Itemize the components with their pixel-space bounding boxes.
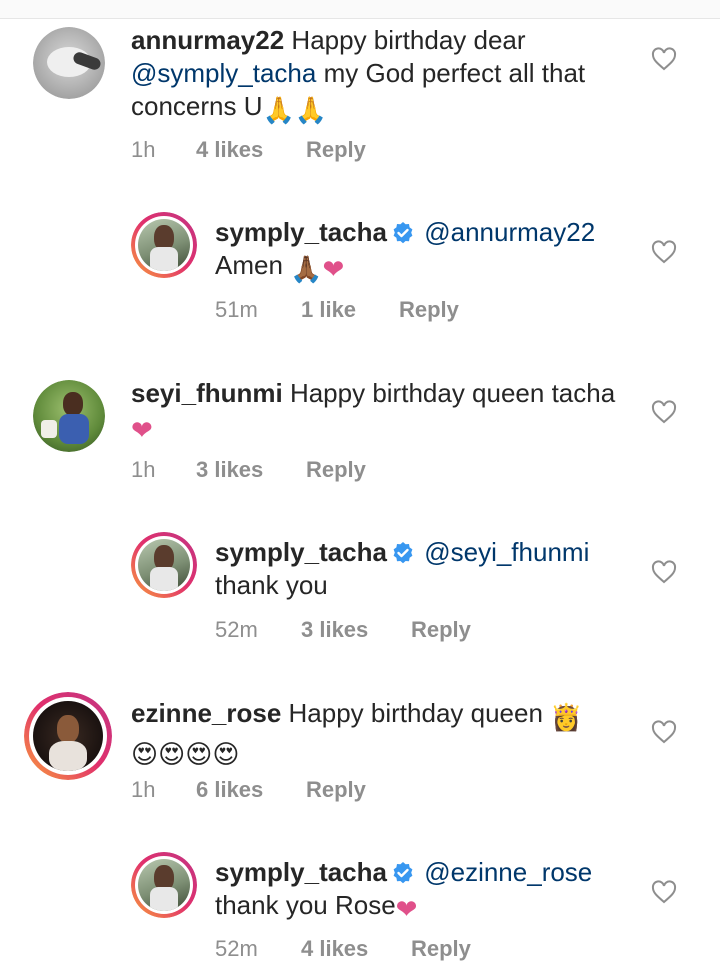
- comment-text: Happy birthday queen tacha: [282, 378, 616, 408]
- avatar-story-ring[interactable]: [24, 692, 112, 780]
- likes-count[interactable]: 6 likes: [196, 777, 263, 803]
- comment-meta: 52m 3 likes Reply: [215, 617, 515, 643]
- comment-username[interactable]: seyi_fhunmi: [131, 378, 283, 408]
- comment-username[interactable]: symply_tacha: [215, 217, 387, 247]
- mention-link[interactable]: @ezinne_rose: [424, 857, 592, 887]
- comment-body: symply_tacha @ezinne_rose thank you Rose…: [215, 856, 635, 926]
- comment-body: symply_tacha @seyi_fhunmi thank you: [215, 536, 635, 602]
- mention-link[interactable]: @annurmay22: [424, 217, 595, 247]
- comment-text: Amen: [215, 250, 283, 280]
- comment-time: 1h: [131, 777, 156, 802]
- heart-outline-icon[interactable]: [651, 47, 677, 71]
- comment-text: thank you Rose: [215, 890, 396, 920]
- comment-username[interactable]: annurmay22: [131, 25, 284, 55]
- heart-outline-icon[interactable]: [651, 880, 677, 904]
- verified-badge-icon: [393, 862, 413, 884]
- reply-button[interactable]: Reply: [411, 617, 471, 643]
- mention-link[interactable]: @seyi_fhunmi: [424, 537, 589, 567]
- comment-time: 1h: [131, 457, 156, 482]
- emoji: 🙏🙏: [262, 95, 328, 125]
- comment-username[interactable]: symply_tacha: [215, 537, 387, 567]
- likes-count[interactable]: 3 likes: [301, 617, 368, 643]
- avatar[interactable]: [33, 27, 105, 99]
- verified-badge-icon: [393, 222, 413, 244]
- emoji: 😍😍😍😍: [131, 739, 240, 769]
- heart-outline-icon[interactable]: [651, 720, 677, 744]
- avatar-story-ring[interactable]: [131, 852, 197, 918]
- likes-count[interactable]: 3 likes: [196, 457, 263, 483]
- comment-text: Happy birthday queen: [281, 698, 543, 728]
- comment-username[interactable]: symply_tacha: [215, 857, 387, 887]
- comment-meta: 51m 1 like Reply: [215, 297, 515, 323]
- comment-time: 52m: [215, 617, 258, 642]
- emoji: 👸: [550, 702, 583, 732]
- comment-time: 52m: [215, 936, 258, 961]
- emoji: ❤: [131, 415, 153, 445]
- comment-body: ezinne_rose Happy birthday queen 👸 😍😍😍😍: [131, 697, 631, 771]
- comment-meta: 1h 6 likes Reply: [131, 777, 431, 803]
- comment-username[interactable]: ezinne_rose: [131, 698, 281, 728]
- heart-outline-icon[interactable]: [651, 560, 677, 584]
- comment-time: 51m: [215, 297, 258, 322]
- emoji: ❤: [395, 894, 418, 924]
- emoji: 🙏🏾❤: [290, 254, 345, 284]
- comment-text: Happy birthday dear: [284, 25, 526, 55]
- reply-button[interactable]: Reply: [399, 297, 459, 323]
- comment-meta: 1h 3 likes Reply: [131, 457, 431, 483]
- comment-meta: 52m 4 likes Reply: [215, 936, 515, 962]
- comment-text: thank you: [215, 570, 328, 600]
- heart-outline-icon[interactable]: [651, 400, 677, 424]
- top-bar: [0, 0, 720, 19]
- comment-time: 1h: [131, 137, 156, 162]
- mention-link[interactable]: @symply_tacha: [131, 58, 316, 88]
- comment-body: annurmay22 Happy birthday dear @symply_t…: [131, 24, 631, 127]
- likes-count[interactable]: 4 likes: [196, 137, 263, 163]
- verified-badge-icon: [393, 542, 413, 564]
- comment-meta: 1h 4 likes Reply: [131, 137, 431, 163]
- likes-count[interactable]: 4 likes: [301, 936, 368, 962]
- likes-count[interactable]: 1 like: [301, 297, 356, 323]
- heart-outline-icon[interactable]: [651, 240, 677, 264]
- avatar-story-ring[interactable]: [131, 532, 197, 598]
- avatar[interactable]: [33, 380, 105, 452]
- avatar-story-ring[interactable]: [131, 212, 197, 278]
- reply-button[interactable]: Reply: [306, 777, 366, 803]
- reply-button[interactable]: Reply: [306, 137, 366, 163]
- comment-body: seyi_fhunmi Happy birthday queen tacha ❤: [131, 377, 631, 447]
- reply-button[interactable]: Reply: [306, 457, 366, 483]
- reply-button[interactable]: Reply: [411, 936, 471, 962]
- comment-body: symply_tacha @annurmay22 Amen 🙏🏾❤: [215, 216, 635, 286]
